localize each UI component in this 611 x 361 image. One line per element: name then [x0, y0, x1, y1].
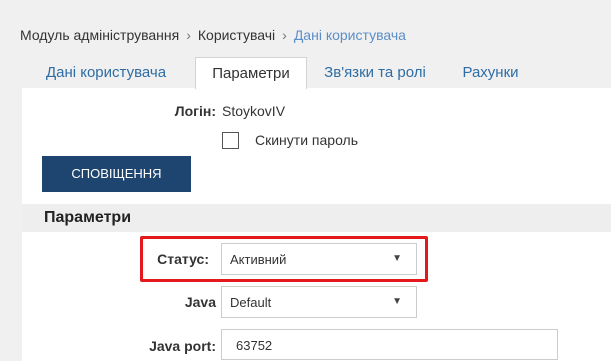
- reset-password-checkbox[interactable]: [222, 132, 239, 149]
- breadcrumb: Модуль адміністрування › Користувачі › Дані …: [20, 27, 406, 43]
- breadcrumb-separator: ›: [186, 27, 191, 43]
- java-label: Java: [184, 294, 216, 310]
- breadcrumb-item-user-data: Дані користувача: [293, 27, 406, 43]
- tab-accounts[interactable]: Рахунки: [443, 57, 538, 89]
- caret-down-icon: ▼: [392, 296, 402, 307]
- breadcrumb-item-users[interactable]: Користувачі: [198, 27, 275, 43]
- java-select[interactable]: Default ▼: [221, 286, 417, 318]
- java-port-input[interactable]: 63752: [221, 329, 558, 360]
- parameters-section-header: Параметри: [22, 204, 611, 232]
- status-highlight-box: [140, 236, 428, 282]
- tab-links-and-roles[interactable]: Зв'язки та ролі: [312, 57, 438, 89]
- tab-user-data[interactable]: Дані користувача: [20, 57, 192, 89]
- login-value: StoykovIV: [222, 103, 286, 119]
- tab-bar: Дані користувача Параметри Зв'язки та ро…: [20, 57, 611, 90]
- left-margin: [0, 88, 22, 361]
- java-select-value: Default: [230, 295, 272, 310]
- breadcrumb-item-admin-module[interactable]: Модуль адміністрування: [20, 27, 179, 43]
- reset-password-label[interactable]: Скинути пароль: [255, 132, 358, 148]
- java-port-value: 63752: [236, 338, 273, 353]
- login-label: Логін:: [174, 103, 216, 119]
- java-port-label: Java port:: [149, 338, 216, 354]
- section-title: Параметри: [44, 209, 132, 226]
- breadcrumb-separator: ›: [282, 27, 287, 43]
- tab-parameters[interactable]: Параметри: [195, 57, 307, 90]
- notifications-button[interactable]: СПОВІЩЕННЯ: [42, 156, 191, 192]
